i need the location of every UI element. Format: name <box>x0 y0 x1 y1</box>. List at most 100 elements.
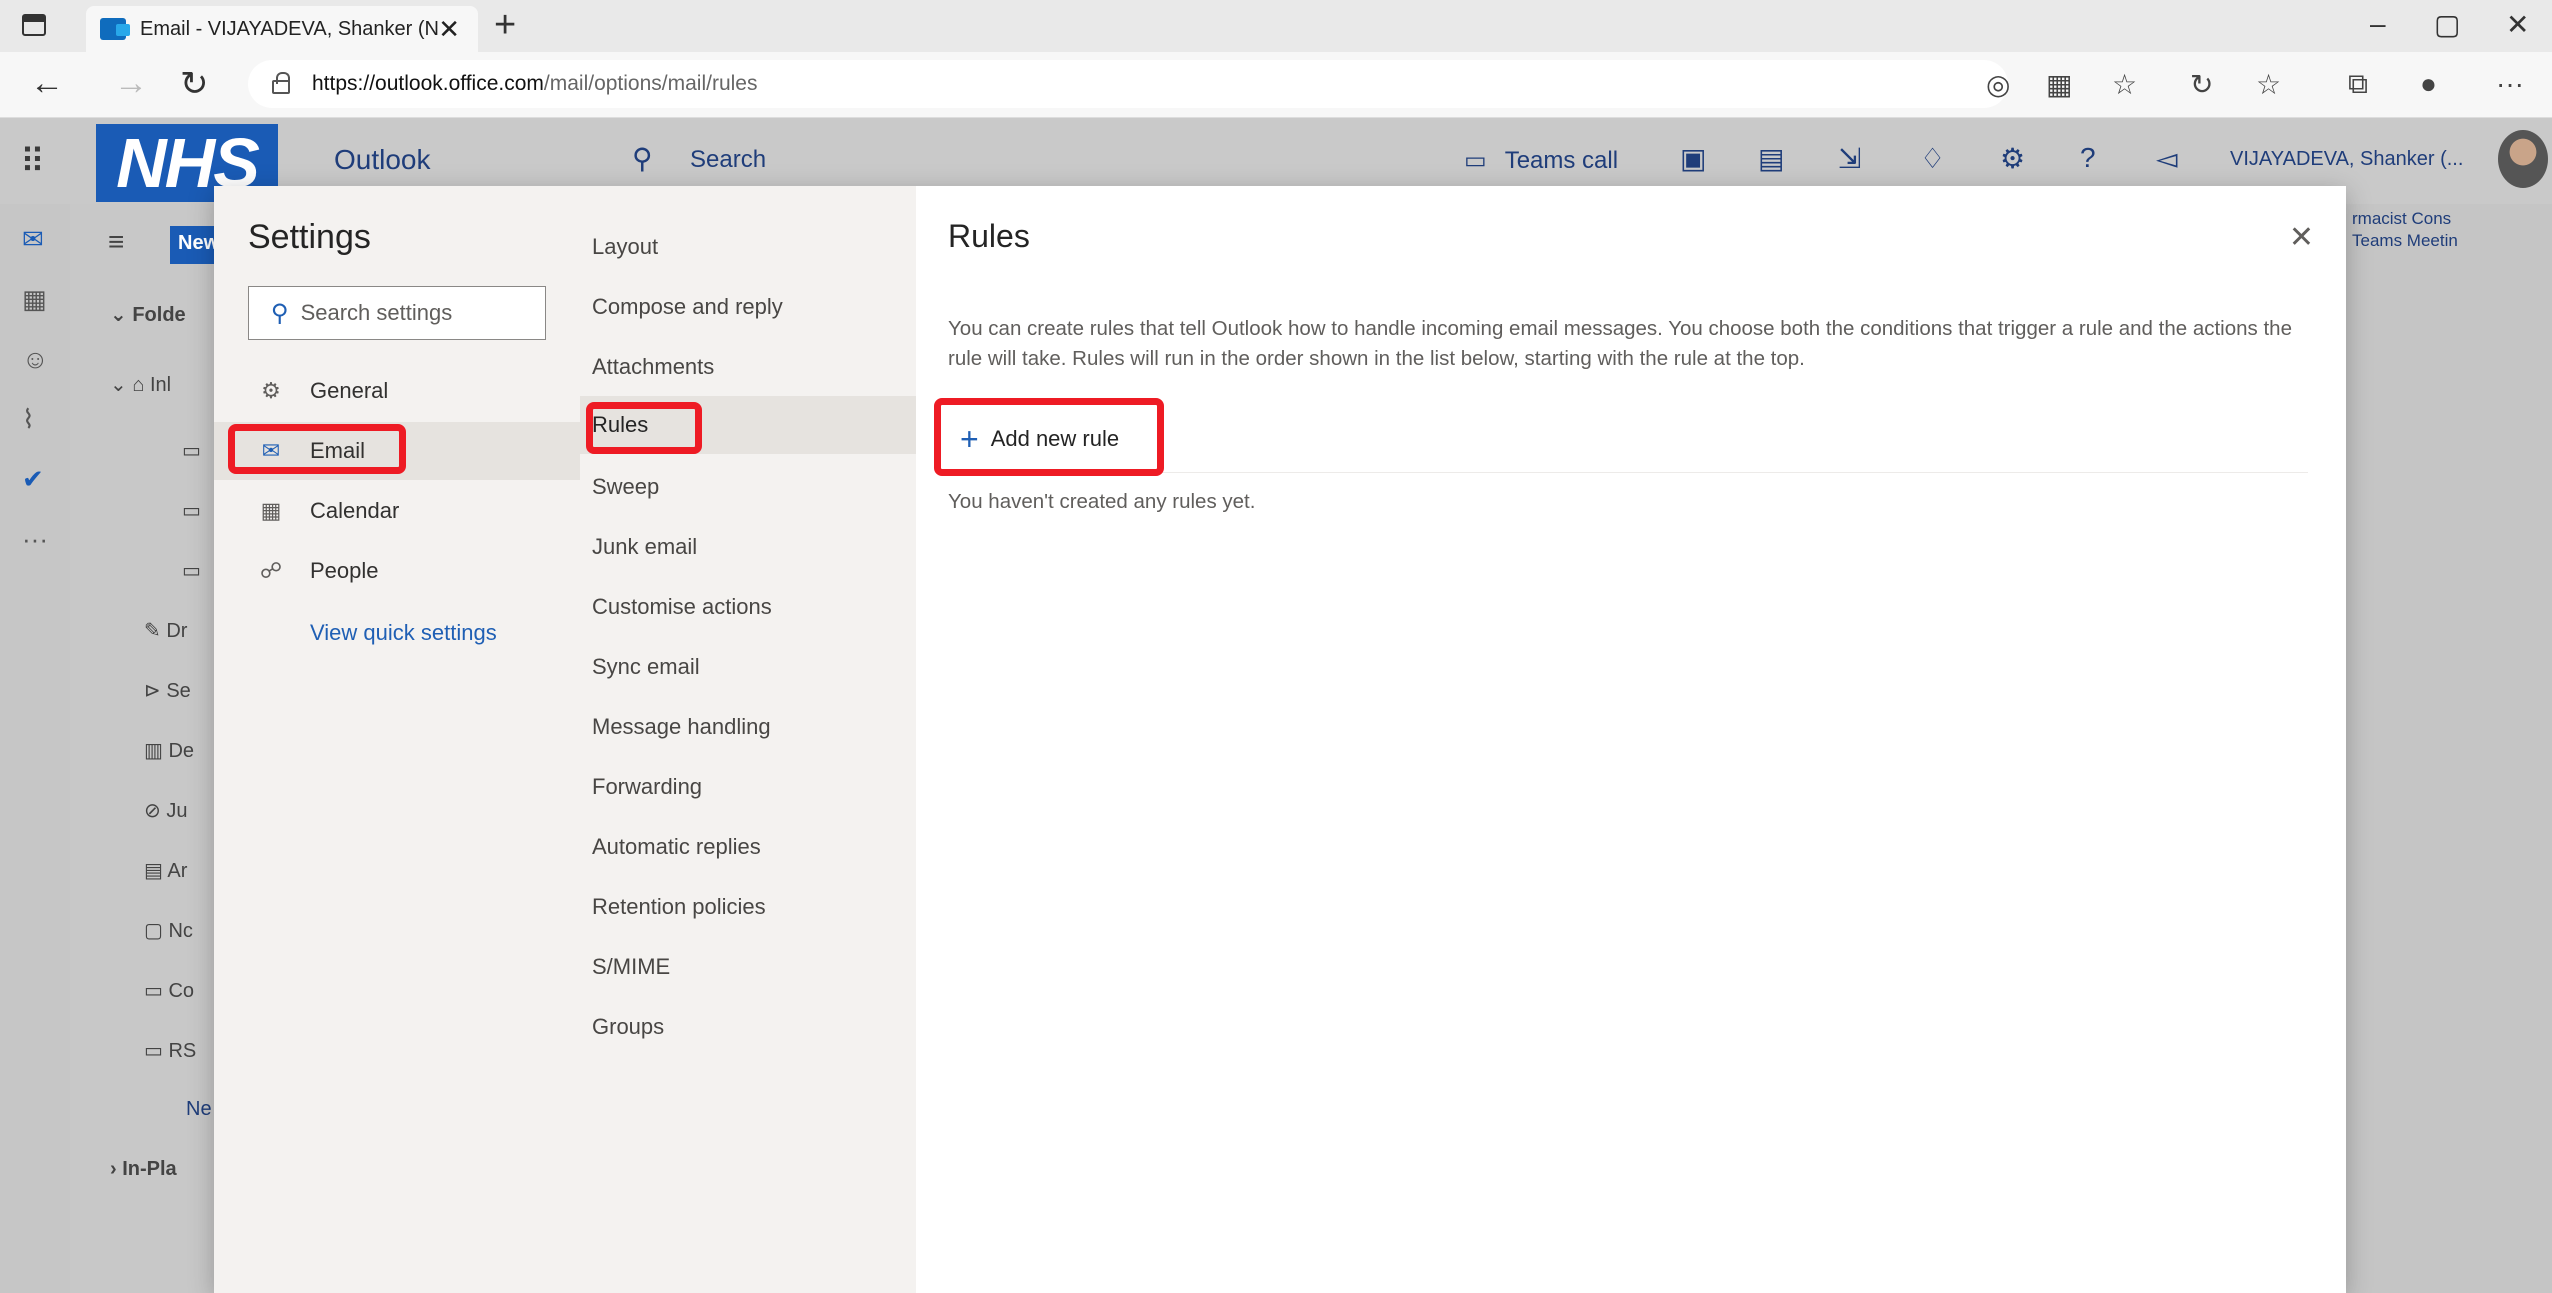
subsection-message-handling[interactable]: Message handling <box>580 698 916 756</box>
teams-icon[interactable]: ▤ <box>1758 142 1784 175</box>
lock-icon <box>272 72 290 94</box>
restore-icon[interactable]: ▢ <box>2434 8 2460 41</box>
settings-title: Settings <box>248 218 371 256</box>
more-apps-icon[interactable]: ··· <box>22 524 48 555</box>
feedback-icon[interactable]: ◅ <box>2156 142 2178 175</box>
help-icon[interactable]: ? <box>2080 142 2096 174</box>
notifications-icon[interactable]: ♢ <box>1920 142 1945 175</box>
share-icon[interactable]: ⇲ <box>1838 142 1861 175</box>
people-rail-icon[interactable]: ☺ <box>22 344 49 375</box>
settings-search-box[interactable]: ⚲ <box>248 286 546 340</box>
favorites-icon[interactable]: ☆ <box>2256 68 2281 101</box>
folders-header[interactable]: ⌄ Folde <box>110 302 186 327</box>
collections-icon[interactable]: ⧉ <box>2348 68 2368 101</box>
settings-search-input[interactable] <box>300 300 521 326</box>
tab-title: Email - VIJAYADEVA, Shanker (N <box>140 17 439 40</box>
subsection-attachments[interactable]: Attachments <box>580 338 916 396</box>
minimize-icon[interactable]: – <box>2370 8 2386 40</box>
subsection-rules[interactable]: Rules <box>580 396 916 454</box>
browser-tab[interactable]: Email - VIJAYADEVA, Shanker (N ✕ <box>86 6 478 52</box>
profile-icon[interactable]: ● <box>2420 68 2437 100</box>
search-box[interactable]: Search <box>690 146 766 174</box>
settings-gear-icon[interactable]: ⚙ <box>2000 142 2025 175</box>
forward-icon[interactable]: → <box>114 64 148 103</box>
subsection-forwarding[interactable]: Forwarding <box>580 758 916 816</box>
subsection-junk-email[interactable]: Junk email <box>580 518 916 576</box>
address-bar-row: ← → ↻ https://outlook.office.com/mail/op… <box>0 52 2552 118</box>
url-field[interactable]: https://outlook.office.com/mail/options/… <box>248 60 2008 108</box>
search-icon: ⚲ <box>271 299 289 327</box>
search-icon[interactable]: ⚲ <box>632 142 653 175</box>
folder-inbox[interactable]: ⌄ ⌂ Inl <box>110 372 171 397</box>
user-name[interactable]: VIJAYADEVA, Shanker (... <box>2230 148 2463 171</box>
app-name[interactable]: Outlook <box>334 144 431 176</box>
add-new-rule-button[interactable]: + Add new rule <box>948 414 1119 464</box>
subsection-customise-actions[interactable]: Customise actions <box>580 578 916 636</box>
window-close-icon[interactable]: ✕ <box>2506 8 2529 41</box>
hamburger-icon[interactable]: ≡ <box>108 226 124 258</box>
folder-drafts[interactable]: ✎ Dr <box>144 618 187 643</box>
tracking-prevention-icon[interactable]: ◎ <box>1986 68 2010 101</box>
subsection-sweep[interactable]: Sweep <box>580 458 916 516</box>
view-quick-settings-link[interactable]: View quick settings <box>310 620 497 646</box>
in-place-archive[interactable]: › In-Pla <box>110 1158 177 1181</box>
subsection-sync-email[interactable]: Sync email <box>580 638 916 696</box>
avatar[interactable] <box>2498 130 2548 188</box>
todo-rail-icon[interactable]: ✔ <box>22 464 44 495</box>
plus-icon: + <box>960 420 979 457</box>
reading-snippet: rmacist Cons Teams Meetin <box>2352 209 2458 250</box>
outlook-favicon-icon <box>100 18 130 40</box>
new-tab-icon[interactable]: + <box>494 4 516 47</box>
calendar-rail-icon[interactable]: ▦ <box>22 284 47 315</box>
folder-sent[interactable]: ⊳ Se <box>144 678 191 703</box>
folder-conversation[interactable]: ▭ Co <box>144 978 194 1003</box>
folder-item[interactable]: ▭ <box>182 498 201 523</box>
folder-item[interactable]: ▭ <box>182 438 201 463</box>
folder-junk[interactable]: ⊘ Ju <box>144 798 187 823</box>
url-text: https://outlook.office.com/mail/options/… <box>312 72 758 95</box>
my-day-icon[interactable]: ▣ <box>1680 142 1706 175</box>
folder-deleted[interactable]: ▥ De <box>144 738 194 763</box>
folder-rss[interactable]: ▭ RS <box>144 1038 196 1063</box>
refresh-icon[interactable]: ↻ <box>180 64 209 104</box>
favorite-add-icon[interactable]: ☆ <box>2112 68 2137 101</box>
subsection-smime[interactable]: S/MIME <box>580 938 916 996</box>
folder-archive[interactable]: ▤ Ar <box>144 858 187 883</box>
category-email[interactable]: ✉ Email <box>214 422 580 480</box>
reading-pane <box>2346 204 2552 1293</box>
category-general[interactable]: ⚙ General <box>214 362 580 420</box>
subsection-compose-and-reply[interactable]: Compose and reply <box>580 278 916 336</box>
close-icon[interactable]: ✕ <box>2289 220 2314 255</box>
subsection-layout[interactable]: Layout <box>580 218 916 276</box>
category-label: General <box>310 378 389 403</box>
attach-rail-icon[interactable]: ⌇ <box>22 404 35 435</box>
mail-icon: ✉ <box>261 438 281 463</box>
divider <box>948 472 2308 473</box>
app-rail: ✉ ▦ ☺ ⌇ ✔ ··· <box>0 204 70 1293</box>
extension-icon[interactable]: ↻ <box>2190 68 2213 101</box>
new-folder-link[interactable]: Ne <box>186 1098 212 1121</box>
subsection-automatic-replies[interactable]: Automatic replies <box>580 818 916 876</box>
subsection-retention-policies[interactable]: Retention policies <box>580 878 916 936</box>
category-label: Calendar <box>310 498 400 523</box>
back-icon[interactable]: ← <box>30 64 64 103</box>
more-icon[interactable]: ··· <box>2496 68 2524 100</box>
folder-notes[interactable]: ▢ Nc <box>144 918 193 943</box>
settings-category-pane: Settings ⚲ ⚙ General ✉ Email ▦ Calendar … <box>214 186 580 1293</box>
tab-actions-icon[interactable] <box>22 14 46 36</box>
gear-icon: ⚙ <box>261 378 281 403</box>
mail-rail-icon[interactable]: ✉ <box>22 224 44 255</box>
category-calendar[interactable]: ▦ Calendar <box>214 482 580 540</box>
add-new-rule-label: Add new rule <box>990 426 1120 451</box>
app-launcher-icon[interactable]: ⠿ <box>20 142 45 182</box>
rules-content-pane: Rules ✕ You can create rules that tell O… <box>916 186 2346 1293</box>
folder-item[interactable]: ▭ <box>182 558 201 583</box>
no-rules-message: You haven't created any rules yet. <box>948 490 1256 513</box>
subsection-groups[interactable]: Groups <box>580 998 916 1056</box>
teams-call-label: Teams call <box>1504 146 1619 174</box>
teams-call-button[interactable]: ▭ Teams call <box>1464 146 1618 175</box>
tab-close-icon[interactable]: ✕ <box>438 14 460 45</box>
immersive-reader-icon[interactable]: ▦ <box>2046 68 2072 101</box>
calendar-icon: ▦ <box>260 498 282 523</box>
category-people[interactable]: ☍ People <box>214 542 580 600</box>
